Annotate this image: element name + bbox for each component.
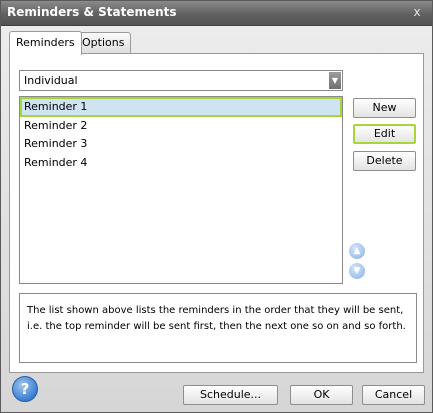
new-button[interactable]: New <box>353 98 416 118</box>
help-icon[interactable]: ? <box>12 376 38 402</box>
arrow-down-icon[interactable]: ▼ <box>349 263 365 279</box>
schedule-button[interactable]: Schedule... <box>183 385 278 405</box>
delete-button[interactable]: Delete <box>353 151 416 171</box>
info-text: The list shown above lists the reminders… <box>27 305 406 332</box>
list-item[interactable]: Reminder 2 <box>20 116 342 136</box>
reminders-list[interactable]: Reminder 1 Reminder 2 Reminder 3 Reminde… <box>19 96 343 284</box>
tab-options[interactable]: Options <box>75 32 132 53</box>
cancel-button[interactable]: Cancel <box>362 385 425 405</box>
list-item[interactable]: Reminder 3 <box>20 134 342 154</box>
reminders-panel: Individual ▼ Reminder 1 Reminder 2 Remin… <box>9 53 424 373</box>
reminder-type-value: Individual <box>24 74 78 87</box>
chevron-down-icon[interactable]: ▼ <box>329 72 341 89</box>
title-bar[interactable]: Reminders & Statements x <box>1 1 432 26</box>
window-title: Reminders & Statements <box>7 5 177 19</box>
list-item[interactable]: Reminder 1 <box>20 97 342 117</box>
info-box: The list shown above lists the reminders… <box>19 293 417 363</box>
arrow-up-icon[interactable]: ▲ <box>349 243 365 259</box>
ok-button[interactable]: OK <box>290 385 353 405</box>
edit-button[interactable]: Edit <box>353 124 416 144</box>
reminder-type-select[interactable]: Individual ▼ <box>19 70 343 91</box>
reminders-statements-dialog: Reminders & Statements x Reminders Optio… <box>0 0 433 413</box>
close-icon[interactable]: x <box>410 5 424 19</box>
tab-reminders[interactable]: Reminders <box>9 31 82 55</box>
list-item[interactable]: Reminder 4 <box>20 153 342 173</box>
